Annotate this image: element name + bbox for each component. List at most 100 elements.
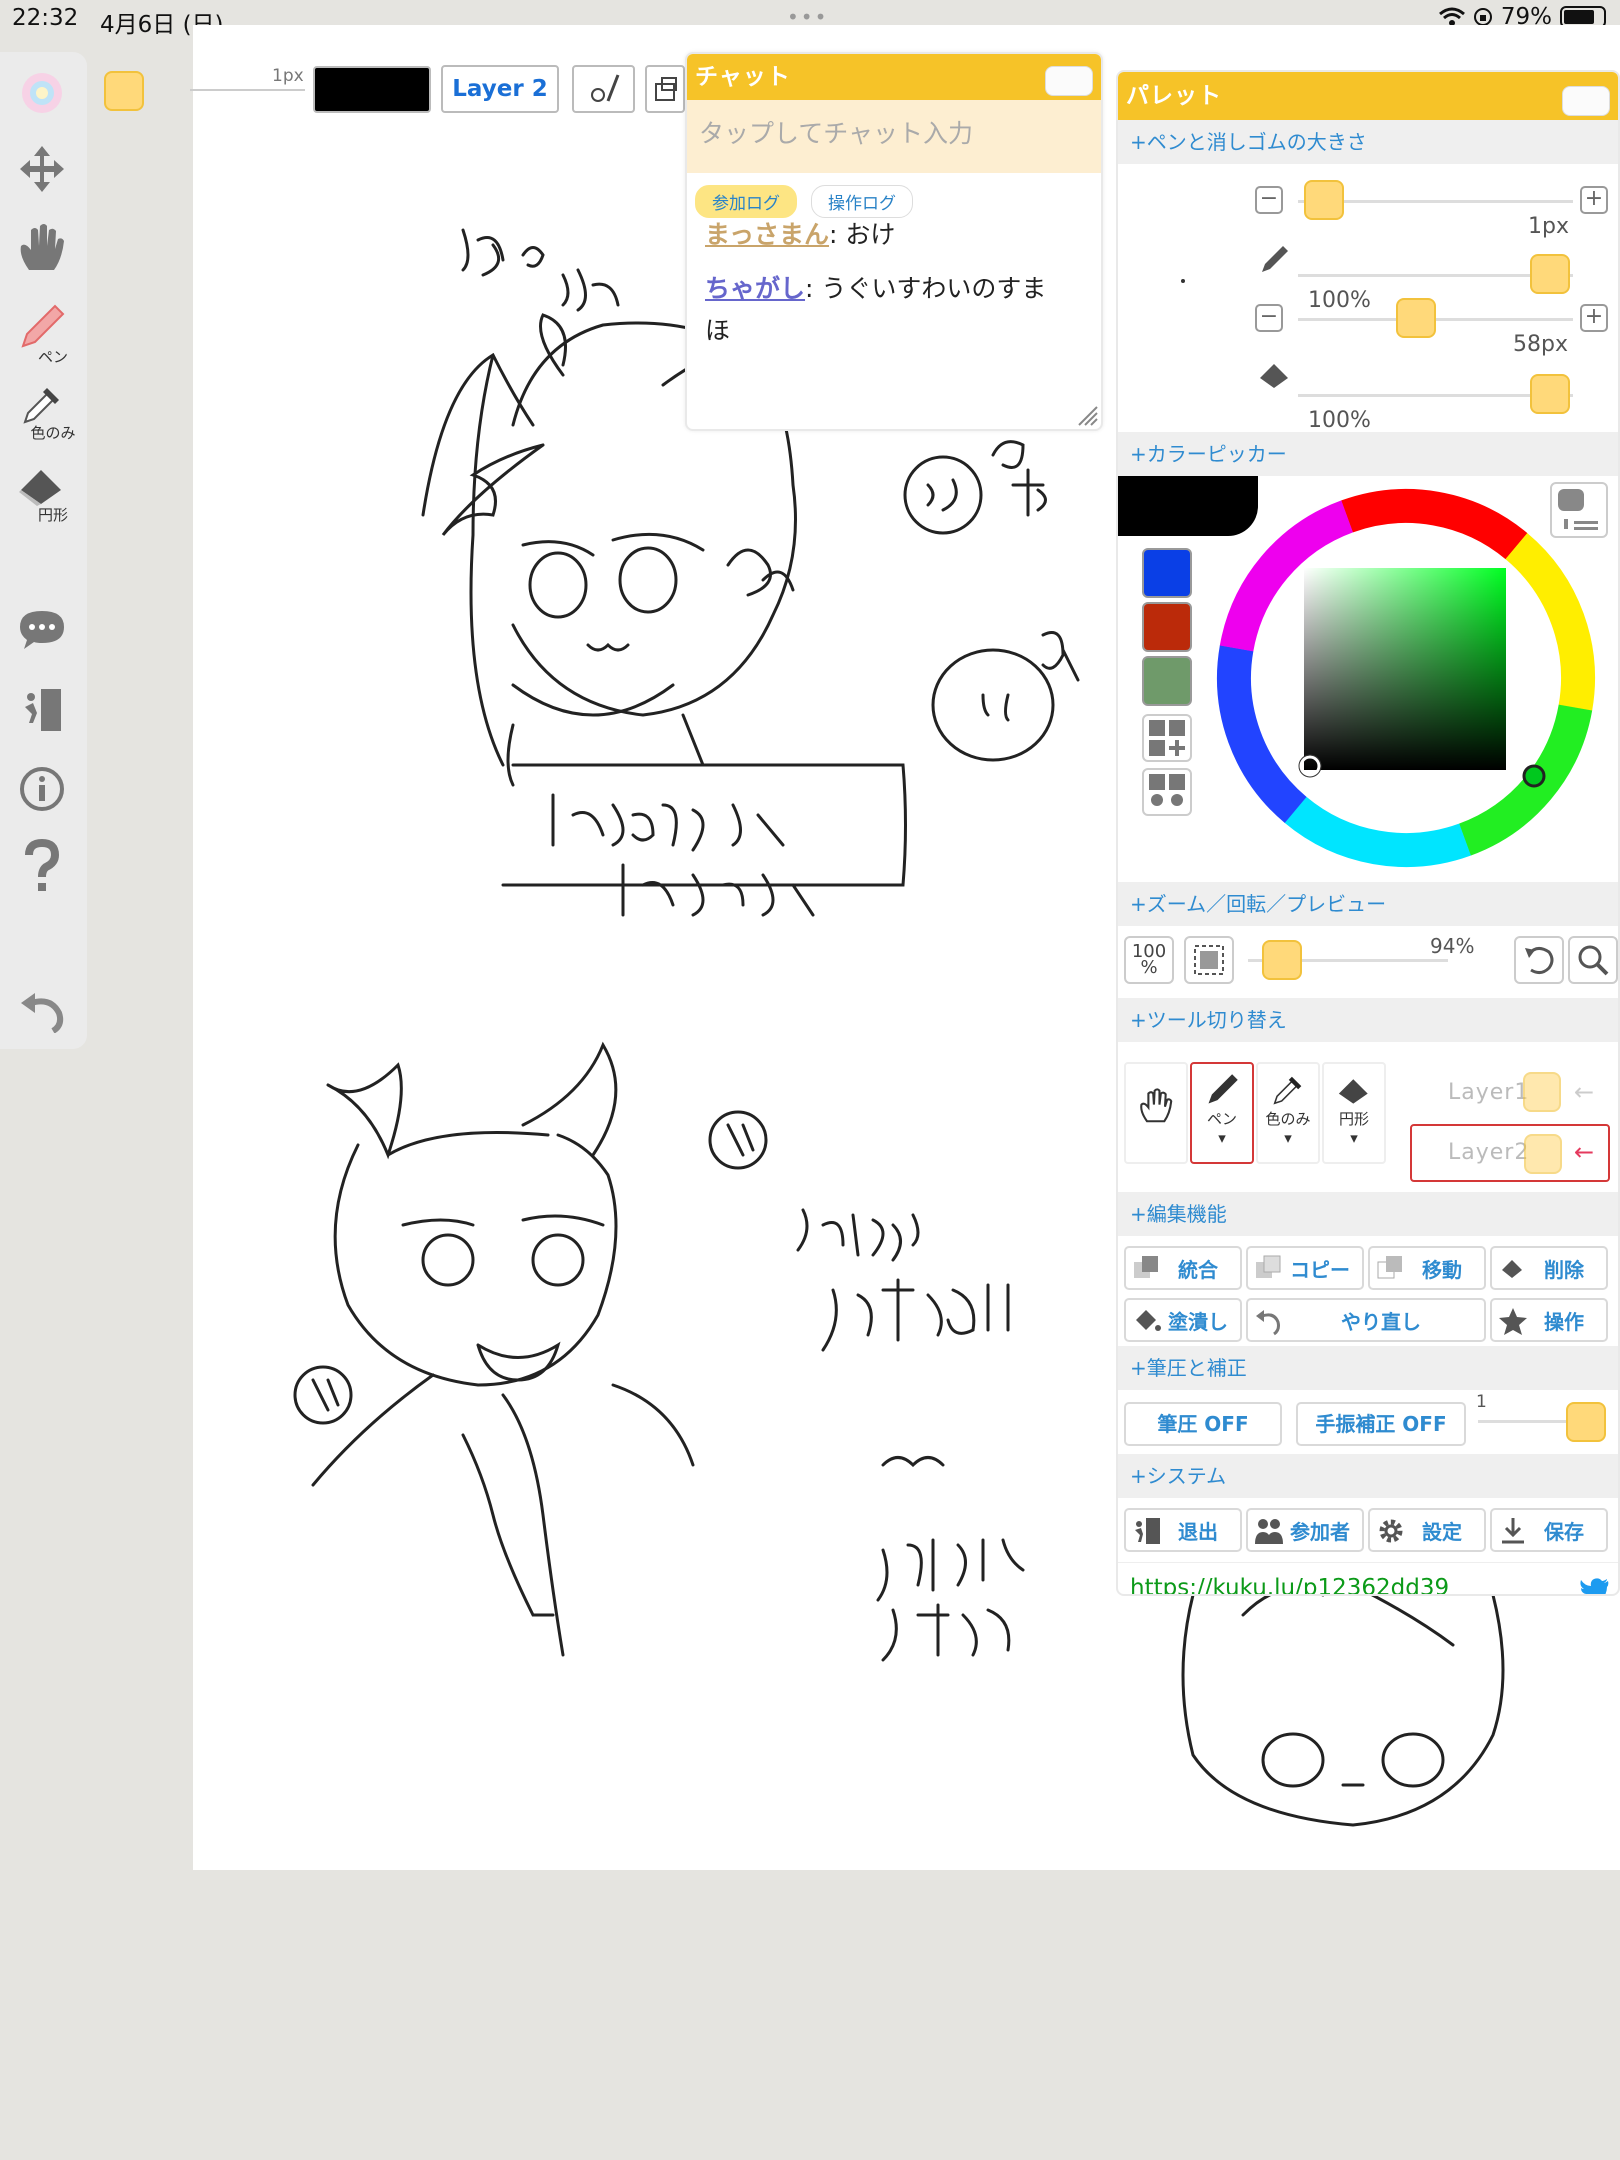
layer-panel-button[interactable] [645, 65, 685, 113]
eraser-size-plus-button[interactable]: + [1580, 304, 1608, 332]
section-edit[interactable]: +編集機能 [1118, 1192, 1618, 1236]
layer-1-row[interactable]: Layer1 [1448, 1080, 1529, 1105]
pen-size-area: − + 1px 100% − + 58px 100% [1118, 164, 1618, 433]
settings-button[interactable]: 設定 [1368, 1508, 1486, 1552]
resize-grip-icon[interactable] [1075, 403, 1099, 427]
eyedropper-tool[interactable]: 色のみ [0, 382, 84, 443]
layer-2-row[interactable]: Layer2 ← [1410, 1124, 1610, 1182]
pressure-toggle-button[interactable]: 筆圧 OFF [1124, 1402, 1282, 1446]
chat-title: チャット [695, 64, 791, 90]
eraser-icon [19, 470, 61, 506]
color-swatch[interactable] [1142, 548, 1192, 598]
color-swatch[interactable] [1142, 602, 1192, 652]
info-button[interactable] [0, 765, 84, 813]
zoom-slider-knob[interactable] [1262, 940, 1302, 980]
exit-door-icon [25, 689, 61, 731]
dropdown-arrow-icon: ▾ [1284, 1129, 1292, 1147]
brush-size-slider[interactable] [190, 89, 305, 91]
download-icon [1502, 1518, 1524, 1544]
tool-eyedropper[interactable]: 色のみ ▾ [1256, 1062, 1320, 1164]
layers-icon [655, 77, 677, 101]
fill-button[interactable]: 塗潰し [1124, 1298, 1242, 1342]
zoom-100-pct: % [1140, 957, 1158, 978]
layer-1-opacity-knob[interactable] [1523, 1072, 1561, 1112]
stabilizer-toggle-button[interactable]: 手振補正 OFF [1296, 1402, 1466, 1446]
brush-settings-button[interactable] [572, 65, 635, 113]
fit-screen-button[interactable] [1184, 936, 1234, 984]
current-color-button[interactable] [313, 66, 431, 113]
picker-mode-button[interactable] [1550, 482, 1608, 538]
paint-bucket-icon [1136, 1310, 1161, 1331]
pen-tool[interactable]: ペン [0, 302, 84, 367]
section-pressure[interactable]: +筆圧と補正 [1118, 1346, 1618, 1390]
help-button[interactable] [0, 839, 84, 895]
tool-hand[interactable] [1124, 1062, 1188, 1164]
palette-header[interactable]: パレット [1118, 72, 1618, 120]
redo-button[interactable]: やり直し [1246, 1298, 1486, 1342]
pen-size-plus-button[interactable]: + [1580, 186, 1608, 214]
delete-button[interactable]: 削除 [1490, 1246, 1608, 1290]
move-button[interactable]: 移動 [1368, 1246, 1486, 1290]
add-swatch-button[interactable] [1142, 714, 1192, 762]
color-wheel[interactable] [1216, 476, 1596, 876]
merge-icon [1134, 1256, 1158, 1278]
pen-size-minus-button[interactable]: − [1255, 186, 1283, 214]
hand-tool[interactable] [0, 222, 84, 274]
save-button[interactable]: 保存 [1490, 1508, 1608, 1552]
undo-button[interactable] [0, 987, 84, 1033]
eraser-tool[interactable]: 円形 [0, 460, 84, 525]
brush-color-swatch[interactable] [104, 71, 144, 111]
layer-1-label: Layer1 [1448, 1080, 1530, 1105]
chat-header[interactable]: チャット [687, 54, 1101, 100]
palette-collapse-toggle[interactable] [1562, 86, 1610, 116]
chat-collapse-toggle[interactable] [1045, 66, 1093, 96]
pen-size-slider-knob[interactable] [1304, 180, 1344, 220]
exit-room-button[interactable]: 退出 [1124, 1508, 1242, 1552]
twitter-icon[interactable] [1580, 1577, 1610, 1596]
section-zoom[interactable]: +ズーム／回転／プレビュー [1118, 882, 1618, 926]
stabilizer-slider[interactable] [1478, 1420, 1578, 1423]
status-time: 22:32 [12, 5, 79, 31]
chat-bubble-icon [20, 611, 64, 649]
color-wheel-tool[interactable] [0, 70, 84, 116]
zoom-100-button[interactable]: 100 % [1124, 936, 1174, 984]
members-button[interactable]: 参加者 [1246, 1508, 1364, 1552]
section-system[interactable]: +システム [1118, 1454, 1618, 1498]
preview-button[interactable] [1568, 936, 1618, 984]
chat-username[interactable]: まっさまん [705, 220, 829, 249]
rotate-reset-button[interactable] [1514, 936, 1564, 984]
operation-button[interactable]: 操作 [1490, 1298, 1608, 1342]
chat-button[interactable] [0, 607, 84, 653]
section-color-picker[interactable]: +カラーピッカー [1118, 432, 1618, 476]
copy-button[interactable]: コピー [1246, 1246, 1364, 1290]
move-tool[interactable] [0, 144, 84, 194]
swap-swatch-button[interactable] [1142, 768, 1192, 816]
tool-pen[interactable]: ペン ▾ [1190, 1062, 1254, 1164]
orientation-lock-icon [1473, 8, 1492, 26]
color-swatch[interactable] [1142, 656, 1192, 706]
stabilizer-slider-knob[interactable] [1566, 1402, 1606, 1442]
eraser-tool-label: 円形 [37, 506, 68, 524]
pen-opacity-icon [1262, 246, 1288, 272]
chat-username[interactable]: ちゃがし [705, 274, 805, 303]
eraser-icon [1338, 1079, 1368, 1104]
layer-2-opacity-knob[interactable] [1524, 1134, 1562, 1174]
eraser-size-slider-knob[interactable] [1396, 298, 1436, 338]
layer-1-arrow-icon[interactable]: ← [1574, 1078, 1594, 1106]
layer-button[interactable]: Layer 2 [441, 65, 559, 113]
exit-button[interactable] [0, 685, 84, 735]
chat-message-text: : うぐいすわいのすま [805, 274, 1047, 303]
move-label: 移動 [1422, 1257, 1462, 1282]
eraser-opacity-slider-knob[interactable] [1530, 374, 1570, 414]
room-url-link[interactable]: https://kuku.lu/p12362dd39 [1130, 1575, 1449, 1594]
pen-opacity-slider-knob[interactable] [1530, 254, 1570, 294]
chat-message-text: : おけ [829, 220, 896, 249]
stabilizer-value: 1 [1476, 1392, 1487, 1412]
eraser-size-minus-button[interactable]: − [1255, 304, 1283, 332]
merge-button[interactable]: 統合 [1124, 1246, 1242, 1290]
section-pen-size[interactable]: +ペンと消しゴムの大きさ [1118, 120, 1618, 164]
section-tool-switch[interactable]: +ツール切り替え [1118, 998, 1618, 1042]
swatch-swap-icon [1149, 774, 1185, 806]
chat-input[interactable]: タップしてチャット入力 [687, 100, 1101, 173]
tool-eraser[interactable]: 円形 ▾ [1322, 1062, 1386, 1164]
